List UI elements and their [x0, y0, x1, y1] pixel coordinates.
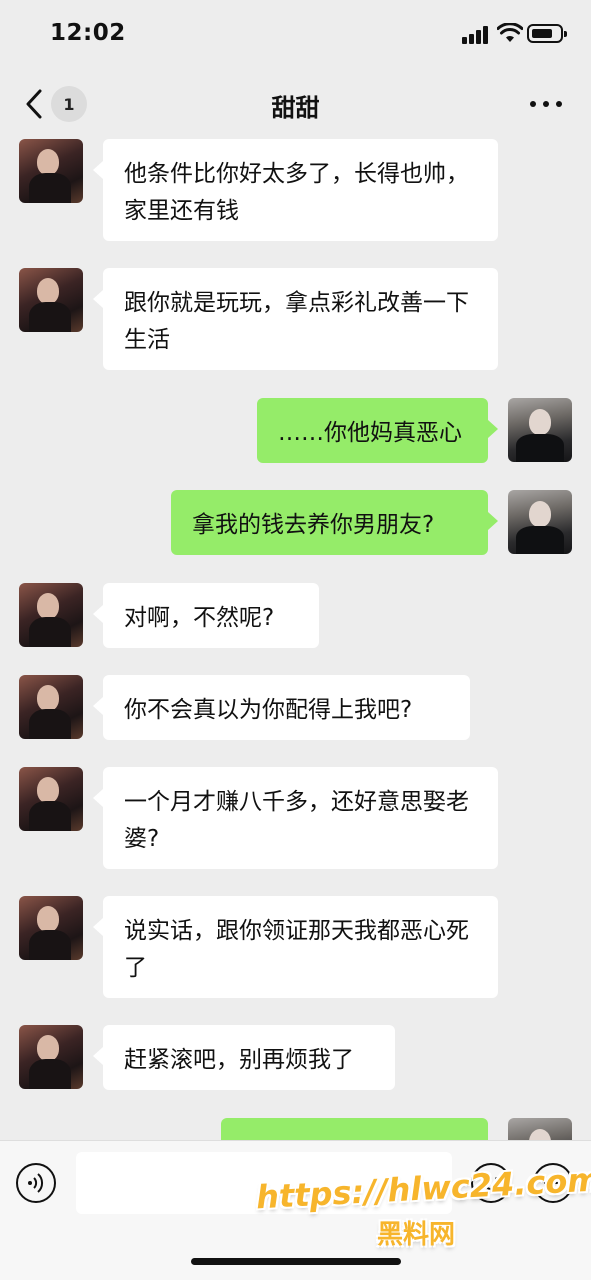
my-avatar[interactable]: [508, 490, 572, 554]
incoming-message-bubble[interactable]: 他条件比你好太多了，长得也帅，家里还有钱: [93, 139, 498, 241]
incoming-message-bubble[interactable]: 你不会真以为你配得上我吧?: [93, 675, 470, 740]
outgoing-message-bubble[interactable]: 拿我的钱去养你男朋友?: [171, 490, 498, 555]
incoming-message-bubble[interactable]: 说实话，跟你领证那天我都恶心死了: [93, 896, 498, 998]
voice-input-icon[interactable]: [16, 1163, 56, 1203]
incoming-message-bubble[interactable]: 赶紧滚吧，别再烦我了: [93, 1025, 395, 1090]
incoming-message-bubble[interactable]: 跟你就是玩玩，拿点彩礼改善一下生活: [93, 268, 498, 370]
contact-avatar[interactable]: [19, 675, 83, 739]
incoming-message-bubble[interactable]: 一个月才赚八千多，还好意思娶老婆?: [93, 767, 498, 869]
more-options-icon[interactable]: [530, 96, 562, 112]
cellular-signal-icon: [462, 26, 490, 44]
contact-avatar[interactable]: [19, 767, 83, 831]
contact-avatar[interactable]: [19, 896, 83, 960]
chat-title: 甜甜: [271, 94, 320, 122]
status-time: 12:02: [50, 20, 126, 46]
wifi-icon: [497, 23, 523, 42]
battery-icon: [527, 24, 567, 43]
contact-avatar[interactable]: [19, 583, 83, 647]
status-bar: 12:02: [0, 0, 591, 70]
emoji-icon[interactable]: [471, 1163, 511, 1203]
contact-avatar[interactable]: [19, 139, 83, 203]
message-input[interactable]: [76, 1152, 452, 1214]
contact-avatar[interactable]: [19, 268, 83, 332]
outgoing-message-bubble[interactable]: ……你他妈真恶心: [257, 398, 498, 463]
contact-avatar[interactable]: [19, 1025, 83, 1089]
outgoing-message-bubble[interactable]: [221, 1118, 488, 1140]
my-avatar[interactable]: [508, 1118, 572, 1140]
home-indicator: [191, 1258, 401, 1265]
my-avatar[interactable]: [508, 398, 572, 462]
incoming-message-bubble[interactable]: 对啊，不然呢?: [93, 583, 319, 648]
message-list[interactable]: 他条件比你好太多了，长得也帅，家里还有钱 跟你就是玩玩，拿点彩礼改善一下生活 ……: [0, 136, 591, 1140]
add-attachment-icon[interactable]: [533, 1163, 573, 1203]
